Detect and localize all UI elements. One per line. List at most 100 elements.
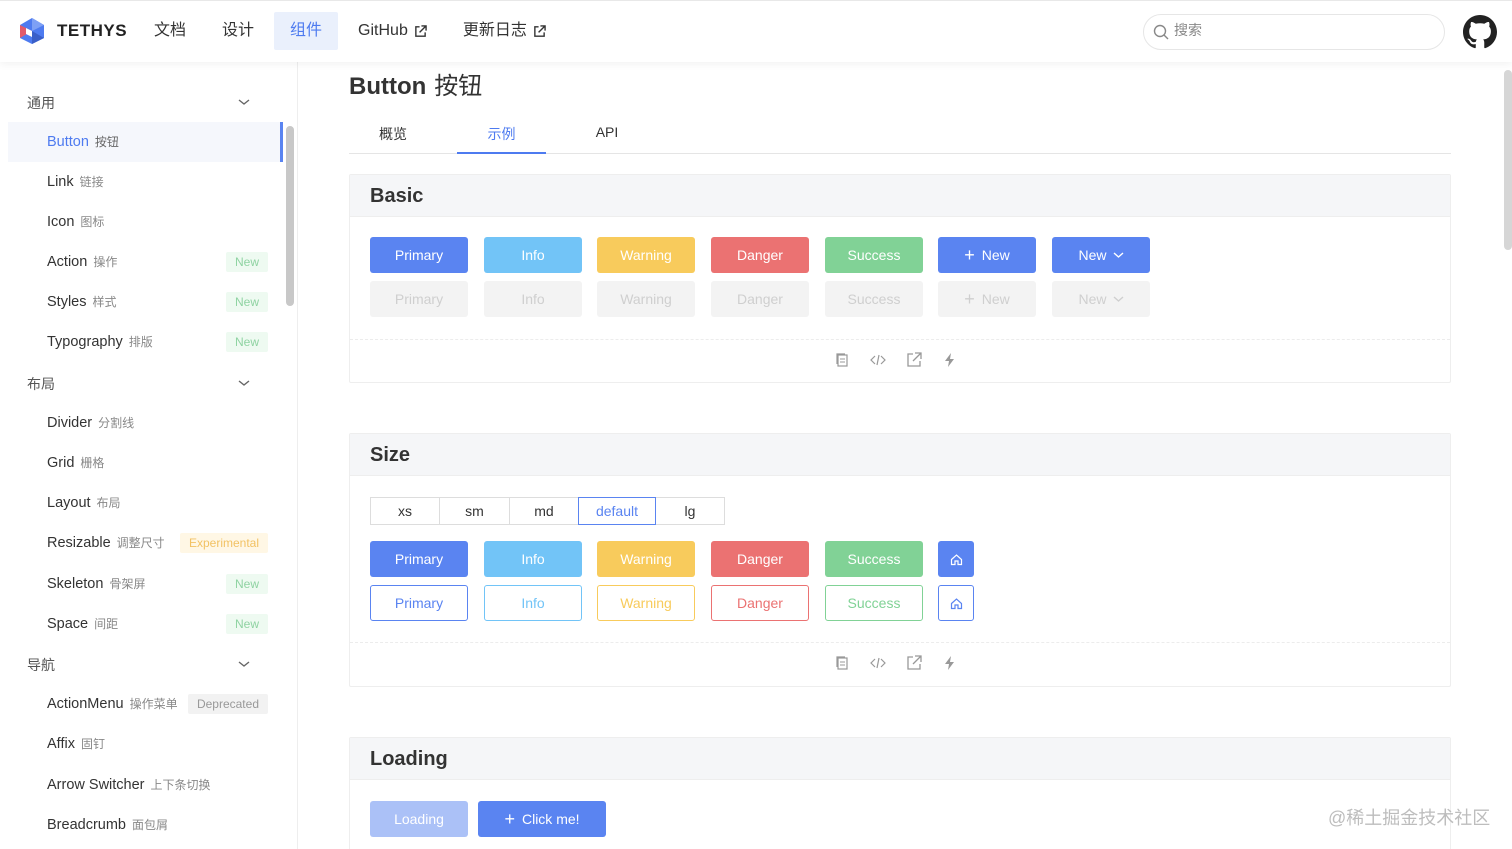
sidebar-item-affix[interactable]: Affix 固钉 (8, 724, 283, 764)
new-plus-button-disabled[interactable]: + New (938, 281, 1036, 317)
item-en: Link (47, 174, 74, 190)
card-title: Loading (370, 748, 448, 770)
sidebar-item-action[interactable]: Action 操作 New (8, 242, 283, 282)
lightning-icon[interactable] (942, 352, 958, 368)
nav-changelog[interactable]: 更新日志 (447, 12, 562, 50)
new-badge: New (225, 574, 268, 594)
sidebar-item-typography[interactable]: Typography 排版 New (8, 322, 283, 362)
sidebar-item-skeleton[interactable]: Skeleton 骨架屏 New (8, 564, 283, 604)
sidebar-item-layout[interactable]: Layout 布局 (8, 483, 283, 523)
sidebar-item-button[interactable]: Button 按钮 (8, 122, 283, 162)
chevron-down-icon (238, 661, 250, 667)
size-option-lg[interactable]: lg (655, 497, 725, 525)
click-me-button[interactable]: + Click me! (478, 801, 606, 837)
item-cn: 布局 (96, 496, 121, 510)
new-badge: New (225, 332, 268, 352)
sidebar: 通用 Button 按钮 Link 链接 Icon 图标 Action 操作 New S… (0, 62, 298, 849)
danger-button[interactable]: Danger (711, 541, 809, 577)
code-icon[interactable] (870, 655, 886, 671)
sidebar-item-icon[interactable]: Icon 图标 (8, 202, 283, 242)
item-label: Divider 分割线 (47, 414, 134, 431)
item-label: Icon 图标 (47, 213, 104, 230)
card-toolbar (350, 339, 1450, 383)
sidebar-group-layout[interactable]: 布局 (0, 363, 283, 403)
item-label: Link 链接 (47, 173, 104, 190)
group-label: 通用 (27, 95, 55, 111)
success-outline-button[interactable]: Success (825, 585, 923, 621)
home-icon-button[interactable] (938, 541, 974, 577)
item-en: Icon (47, 214, 75, 230)
warning-button[interactable]: Warning (597, 237, 695, 273)
sidebar-group-general[interactable]: 通用 (0, 82, 283, 122)
item-cn: 操作菜单 (129, 697, 178, 711)
warning-outline-button[interactable]: Warning (597, 585, 695, 621)
danger-outline-button[interactable]: Danger (711, 585, 809, 621)
size-option-default[interactable]: default (578, 497, 656, 525)
nav-design[interactable]: 设计 (206, 12, 270, 50)
lightning-icon[interactable] (942, 655, 958, 671)
item-label: Grid 栅格 (47, 454, 104, 471)
sidebar-item-divider[interactable]: Divider 分割线 (8, 403, 283, 443)
primary-button[interactable]: Primary (370, 541, 468, 577)
sidebar-item-arrow-switcher[interactable]: Arrow Switcher 上下条切换 (8, 765, 283, 805)
item-label: Layout 布局 (47, 494, 121, 511)
new-dropdown-button[interactable]: New (1052, 237, 1150, 273)
primary-outline-button[interactable]: Primary (370, 585, 468, 621)
search-icon (1153, 24, 1169, 40)
item-cn: 图标 (80, 215, 105, 229)
button-label: Click me! (521, 811, 580, 827)
nav-github[interactable]: GitHub (342, 12, 443, 50)
code-icon[interactable] (870, 352, 886, 368)
open-external-icon[interactable] (906, 352, 922, 368)
nav-components[interactable]: 组件 (274, 12, 339, 50)
warning-button[interactable]: Warning (597, 541, 695, 577)
logo[interactable]: TETHYS (18, 17, 127, 45)
info-button[interactable]: Info (484, 237, 582, 273)
nav-docs[interactable]: 文档 (138, 12, 202, 50)
info-button-disabled[interactable]: Info (484, 281, 582, 317)
page-scrollbar[interactable] (1504, 70, 1512, 250)
github-icon[interactable] (1463, 15, 1497, 49)
new-badge: New (225, 252, 268, 272)
success-button[interactable]: Success (825, 541, 923, 577)
success-button-disabled[interactable]: Success (825, 281, 923, 317)
tab-api[interactable]: API (595, 124, 619, 154)
card-title: Basic (370, 185, 424, 207)
sidebar-item-actionmenu[interactable]: ActionMenu 操作菜单 Deprecated (8, 684, 283, 724)
sidebar-item-styles[interactable]: Styles 样式 New (8, 282, 283, 322)
new-plus-button[interactable]: + New (938, 237, 1036, 273)
loading-button[interactable]: Loading (370, 801, 468, 837)
sidebar-item-breadcrumb[interactable]: Breadcrumb 面包屑 (8, 805, 283, 845)
info-button[interactable]: Info (484, 541, 582, 577)
home-icon-outline-button[interactable] (938, 585, 974, 621)
sidebar-item-link[interactable]: Link 链接 (8, 162, 283, 202)
danger-button-disabled[interactable]: Danger (711, 281, 809, 317)
primary-button[interactable]: Primary (370, 237, 468, 273)
sidebar-group-nav[interactable]: 导航 (0, 644, 283, 684)
item-en: ActionMenu (47, 696, 124, 712)
sidebar-item-resizable[interactable]: Resizable 调整尺寸 Experimental (8, 523, 283, 563)
tab-overview[interactable]: 概览 (379, 124, 407, 154)
search-input[interactable] (1174, 22, 1424, 38)
primary-button-disabled[interactable]: Primary (370, 281, 468, 317)
new-dropdown-button-disabled[interactable]: New (1052, 281, 1150, 317)
sidebar-scrollbar[interactable] (286, 126, 294, 306)
sidebar-item-space[interactable]: Space 间距 New (8, 604, 283, 644)
tab-examples[interactable]: 示例 (457, 124, 546, 154)
danger-button[interactable]: Danger (711, 237, 809, 273)
size-option-sm[interactable]: sm (439, 497, 510, 525)
size-option-xs[interactable]: xs (370, 497, 440, 525)
info-outline-button[interactable]: Info (484, 585, 582, 621)
warning-button-disabled[interactable]: Warning (597, 281, 695, 317)
page-title-en: Button (349, 73, 427, 100)
success-button[interactable]: Success (825, 237, 923, 273)
size-option-md[interactable]: md (509, 497, 579, 525)
open-external-icon[interactable] (906, 655, 922, 671)
sidebar-item-grid[interactable]: Grid 栅格 (8, 443, 283, 483)
copy-icon[interactable] (834, 655, 850, 671)
copy-icon[interactable] (834, 352, 850, 368)
watermark: @稀土掘金技术社区 (1328, 808, 1491, 828)
item-en: Action (47, 254, 88, 270)
search-box[interactable] (1143, 14, 1445, 50)
item-en: Divider (47, 415, 93, 431)
